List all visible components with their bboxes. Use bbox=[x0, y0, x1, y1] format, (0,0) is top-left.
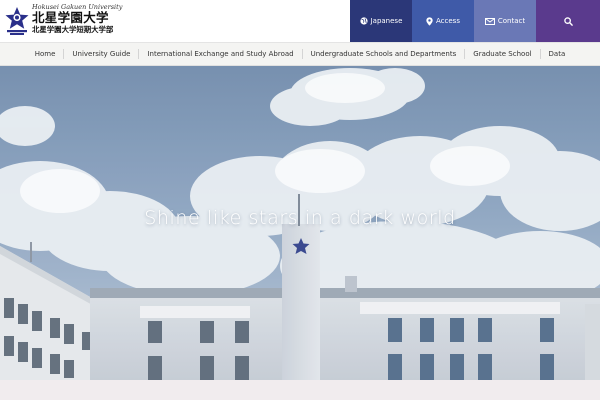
map-pin-icon bbox=[426, 16, 433, 26]
hero-banner: Shine like stars in a dark world bbox=[0, 66, 600, 380]
search-button[interactable] bbox=[536, 0, 600, 42]
logo-japanese-name: 北星学園大学 bbox=[32, 10, 109, 25]
site-header: Hokusei Gakuen University 北星学園大学 北星学園大学短… bbox=[0, 0, 600, 42]
utility-nav: Japanese Access Contact bbox=[350, 0, 600, 42]
content-strip bbox=[0, 380, 600, 400]
nav-item-home[interactable]: Home bbox=[27, 49, 64, 59]
language-label: Japanese bbox=[370, 17, 403, 25]
nav-item-graduate-school[interactable]: Graduate School bbox=[464, 49, 539, 59]
logo-japanese-subname: 北星学園大学短期大学部 bbox=[32, 25, 114, 34]
nav-item-university-guide[interactable]: University Guide bbox=[63, 49, 138, 59]
mail-icon bbox=[484, 17, 495, 25]
contact-button[interactable]: Contact bbox=[474, 0, 536, 42]
site-logo[interactable]: Hokusei Gakuen University 北星学園大学 北星学園大学短… bbox=[3, 3, 122, 39]
nav-item-data[interactable]: Data bbox=[539, 49, 574, 59]
search-icon bbox=[563, 16, 573, 26]
nav-item-undergraduate-schools[interactable]: Undergraduate Schools and Departments bbox=[301, 49, 465, 59]
contact-label: Contact bbox=[497, 17, 526, 25]
globe-icon bbox=[359, 17, 368, 25]
star-logo-icon bbox=[5, 7, 29, 35]
language-button[interactable]: Japanese bbox=[350, 0, 412, 42]
logo-text: Hokusei Gakuen University 北星学園大学 北星学園大学短… bbox=[32, 3, 122, 35]
access-button[interactable]: Access bbox=[412, 0, 474, 42]
global-nav: Home University Guide International Exch… bbox=[0, 42, 600, 66]
hero-tagline: Shine like stars in a dark world bbox=[144, 207, 456, 229]
access-label: Access bbox=[436, 17, 460, 25]
nav-item-international-exchange[interactable]: International Exchange and Study Abroad bbox=[138, 49, 301, 59]
